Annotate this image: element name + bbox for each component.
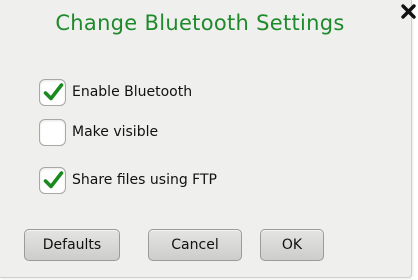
cancel-button[interactable]: Cancel: [148, 229, 242, 261]
make-visible-label: Make visible: [72, 124, 159, 140]
close-button[interactable]: [399, 2, 418, 24]
checkmark-icon: [43, 82, 64, 100]
share-files-ftp-checkbox[interactable]: [39, 166, 66, 194]
enable-bluetooth-checkbox[interactable]: [39, 78, 66, 106]
option-enable-bluetooth[interactable]: Enable Bluetooth: [39, 78, 192, 106]
close-icon: [399, 2, 418, 24]
ok-button[interactable]: OK: [260, 229, 324, 261]
share-files-ftp-label: Share files using FTP: [72, 172, 217, 188]
enable-bluetooth-label: Enable Bluetooth: [72, 84, 193, 100]
option-share-files-ftp[interactable]: Share files using FTP: [39, 166, 217, 194]
dialog-title: Change Bluetooth Settings: [55, 11, 345, 35]
defaults-button[interactable]: Defaults: [24, 229, 120, 261]
checkmark-icon: [43, 170, 64, 188]
option-make-visible[interactable]: Make visible: [39, 118, 158, 146]
bluetooth-settings-dialog: Change Bluetooth Settings Enable Bluetoo…: [0, 0, 416, 278]
make-visible-checkbox[interactable]: [39, 118, 66, 146]
